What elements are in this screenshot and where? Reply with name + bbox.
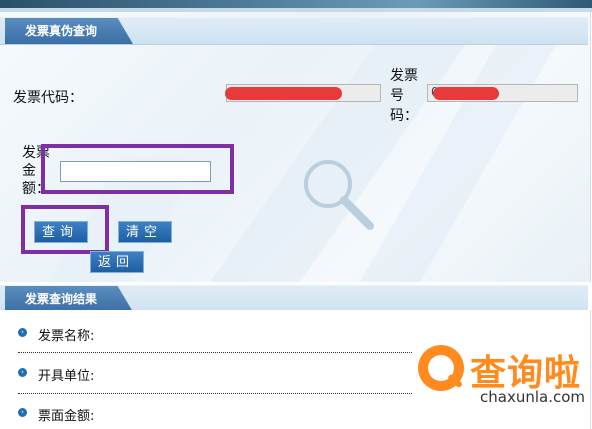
result-label: 发票名称:	[38, 329, 95, 344]
watermark-domain: chaxunla.com	[480, 388, 585, 406]
result-row-amount: › 票面金额:	[18, 405, 412, 424]
redaction-mark	[433, 87, 499, 100]
query-highlight-box	[21, 205, 109, 254]
row-divider	[18, 393, 412, 394]
query-section-title: 发票真伪查询	[5, 18, 133, 44]
redaction-mark	[225, 87, 342, 100]
magnifier-icon	[298, 156, 378, 238]
invoice-code-label: 发票代码：	[13, 90, 83, 106]
result-row-invoice-name: › 发票名称:	[18, 325, 412, 344]
result-label: 开具单位:	[38, 369, 95, 384]
query-section-header: 发票真伪查询	[0, 17, 588, 45]
circle-chevron-right-icon: ›	[18, 328, 27, 337]
result-label: 票面金额:	[38, 409, 95, 424]
clear-button[interactable]: 清空	[118, 221, 172, 243]
circle-chevron-right-icon: ›	[18, 368, 27, 377]
result-section-header: 发票查询结果	[0, 285, 588, 313]
row-divider	[18, 352, 412, 353]
result-section-title: 发票查询结果	[5, 286, 133, 312]
top-banner	[0, 0, 592, 12]
circle-chevron-right-icon: ›	[18, 408, 27, 417]
back-button[interactable]: 返回	[90, 251, 144, 273]
amount-highlight-box	[41, 144, 234, 194]
invoice-number-label: 发票号码：	[390, 68, 418, 124]
result-row-issuer: › 开具单位:	[18, 365, 412, 384]
